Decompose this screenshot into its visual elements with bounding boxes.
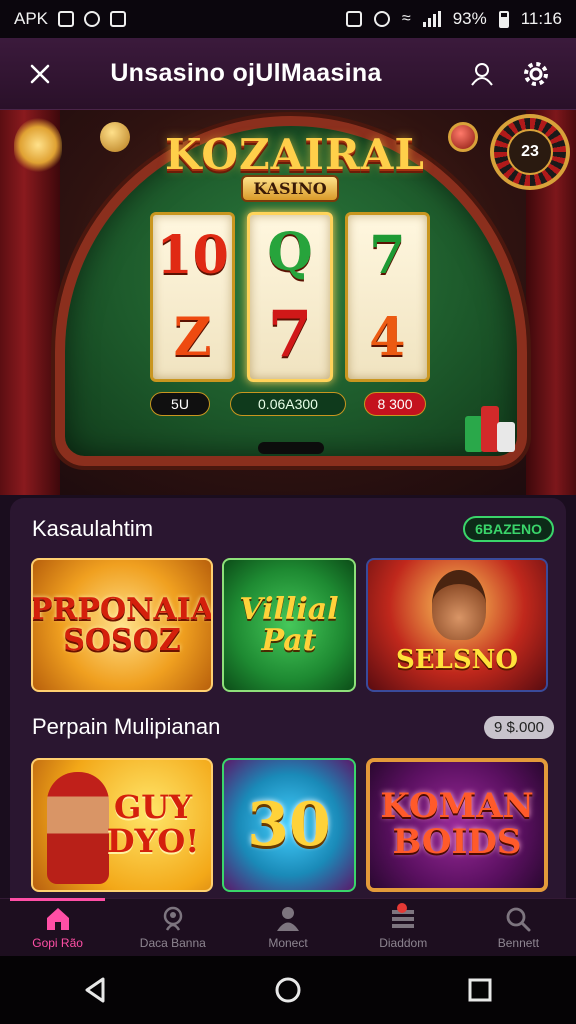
nav-item-dashboard[interactable]: Diaddom (346, 899, 461, 956)
nav-label: Daca Banna (139, 935, 206, 950)
section-header-featured: Kasaulahtim 6BAZENO (32, 516, 554, 542)
game-card-title: 30 (247, 789, 331, 860)
sync-icon (84, 11, 101, 27)
app-title: Unsasino ojUlMaasina (110, 59, 382, 87)
close-icon[interactable] (20, 54, 60, 94)
reels: 10 Z Q 7 7 4 (150, 212, 430, 382)
nav-label: Monect (268, 935, 308, 950)
game-card[interactable]: 30 (222, 758, 356, 892)
battery-percent: 93% (452, 9, 487, 28)
search-person-icon (163, 906, 183, 931)
vibrate-icon (345, 11, 362, 27)
nav-label: Diaddom (379, 935, 428, 950)
win-display: 8 300 (364, 392, 426, 416)
reel-symbol: 7 (369, 225, 406, 286)
carrier-label: APK (14, 9, 49, 28)
nav-label: Gopi Rão (32, 935, 83, 950)
game-card-title: GUY DYO! (106, 788, 200, 860)
knob-right-icon (448, 122, 478, 152)
reel-symbol: 10 (156, 225, 229, 286)
download-icon (110, 11, 127, 27)
signal-icon (422, 11, 441, 27)
home-icon (46, 907, 69, 930)
dial-label: 23 (507, 129, 553, 175)
reel-symbol: 4 (369, 307, 406, 368)
lamp-icon (14, 118, 62, 172)
system-nav (0, 956, 576, 1024)
nav-item-search[interactable]: Bennett (461, 899, 576, 956)
chips-icon (465, 402, 515, 452)
section-title: Kasaulahtim (32, 516, 154, 541)
game-card[interactable]: SELSNO (366, 558, 548, 692)
recents-icon[interactable] (465, 975, 495, 1005)
coin-slot (258, 442, 324, 454)
game-card[interactable]: KOMAN BOIDS (366, 758, 548, 892)
reel-symbol: Z (173, 307, 212, 368)
games-panel: Kasaulahtim 6BAZENO PRPONAIA SOSOZ Villi… (10, 498, 566, 898)
reel-1: 10 Z (150, 212, 236, 382)
home-circle-icon[interactable] (273, 975, 303, 1005)
bet-display[interactable]: 5U (150, 392, 210, 416)
win-label: 8 300 (377, 396, 413, 412)
balance-label: 0.06A300 (258, 396, 318, 412)
game-logo: KOZAIRAL KASINO (165, 130, 425, 202)
game-card-title: SELSNO (395, 644, 519, 675)
search-icon (507, 907, 531, 931)
game-card-title: KOMAN BOIDS (380, 786, 534, 862)
reel-symbol: Q (267, 222, 313, 283)
character-avatar (47, 772, 109, 884)
app-bar: Unsasino ojUlMaasina (0, 38, 576, 110)
wifi-icon: ≈ (401, 10, 411, 27)
character-avatar (432, 570, 486, 640)
clock: 11:16 (520, 9, 562, 28)
nav-item-connect[interactable]: Monect (230, 899, 345, 956)
logo-subtitle: KASINO (241, 175, 339, 202)
notification-dot (396, 903, 407, 913)
game-card[interactable]: PRPONAIA SOSOZ (31, 558, 213, 692)
alarm-icon (373, 11, 390, 27)
game-card-title: PRPONAIA SOSOZ (31, 591, 213, 658)
person-icon (277, 906, 299, 931)
bet-label: 5U (171, 396, 189, 412)
knob-left-icon (100, 122, 130, 152)
section-badge[interactable]: 9 $.000 (483, 715, 554, 739)
slot-machine-banner[interactable]: KOZAIRAL KASINO 23 10 Z Q 7 7 4 5U 0.06A… (0, 110, 576, 495)
logo-title: KOZAIRAL (165, 130, 425, 179)
status-bar: APK ≈ 93% 11:16 (0, 0, 576, 38)
gear-icon[interactable] (516, 54, 556, 94)
section-title: Perpain Mulipianan (32, 714, 221, 739)
nav-item-games[interactable]: Daca Banna (115, 899, 230, 956)
roulette-dial[interactable]: 23 (490, 114, 570, 190)
reel-2: Q 7 (247, 212, 333, 382)
bottom-nav: Gopi Rão Daca Banna Monect Diaddom Benne… (0, 898, 576, 956)
nav-item-home[interactable]: Gopi Rão (0, 898, 115, 956)
reel-symbol: 7 (267, 297, 313, 372)
game-card[interactable]: GUY DYO! (31, 758, 213, 892)
reel-3: 7 4 (344, 212, 430, 382)
battery-icon (498, 10, 509, 28)
game-card-title: Villial Pat (239, 591, 339, 658)
nav-label: Bennett (497, 935, 540, 950)
balance-display: 0.06A300 (230, 392, 346, 416)
user-icon[interactable] (462, 54, 502, 94)
section-badge[interactable]: 6BAZENO (463, 516, 554, 542)
section-header-multiplayer: Perpain Mulipianan 9 $.000 (32, 714, 554, 740)
game-card[interactable]: Villial Pat (222, 558, 356, 692)
app-screen: APK ≈ 93% 11:16 Unsasino ojUlMaasina KOZ… (0, 0, 576, 1024)
back-icon[interactable] (81, 975, 111, 1005)
notification-icon (58, 11, 75, 27)
